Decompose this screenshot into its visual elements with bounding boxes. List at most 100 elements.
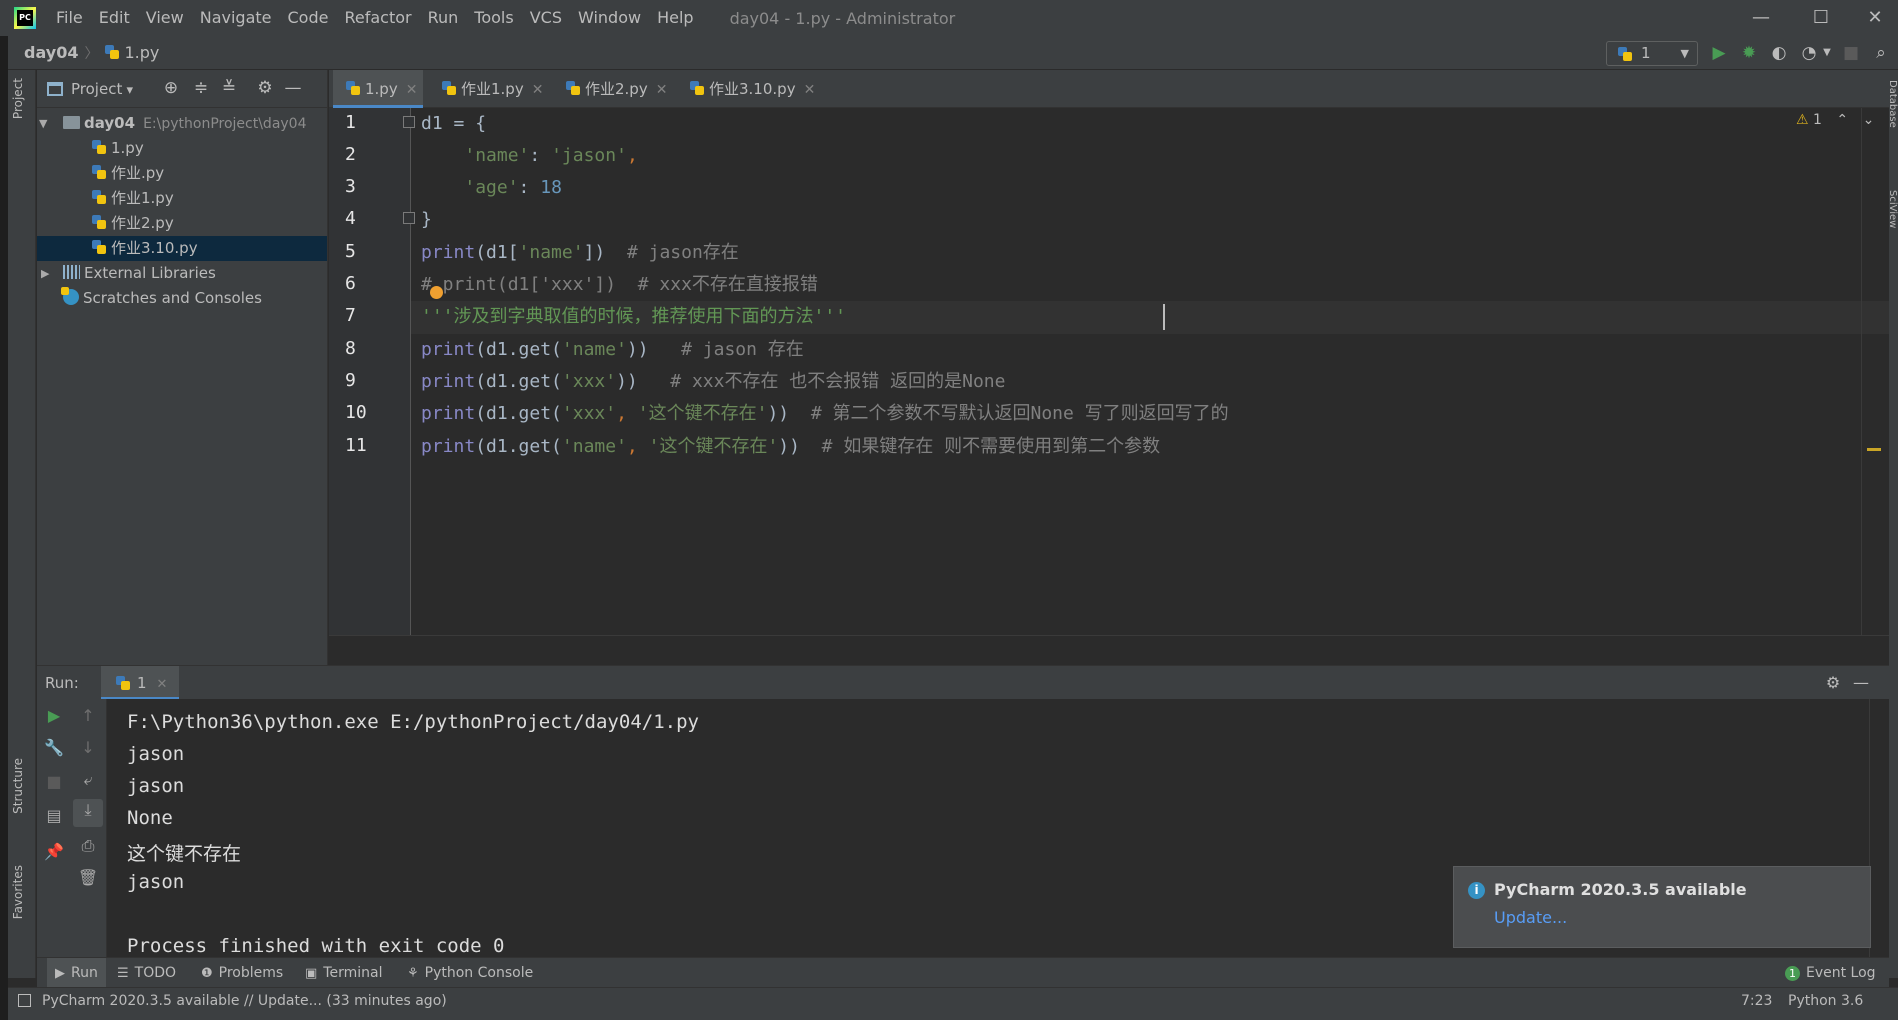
search-icon[interactable]: ⌕ [1870,42,1892,64]
code-token: )) [626,339,682,360]
update-link[interactable]: Update... [1494,908,1567,927]
tool-tab-event-log[interactable]: 1 Event Log [1785,958,1876,988]
up-arrow-icon[interactable]: ↑ [77,705,99,727]
warning-stripe-marker[interactable] [1867,448,1881,451]
close-tab-icon[interactable]: ✕ [406,82,418,98]
close-tab-icon[interactable]: ✕ [157,677,168,692]
console-line: F:\Python36\python.exe E:/pythonProject/… [127,711,699,733]
coverage-icon[interactable]: ◐ [1768,42,1790,64]
menu-view[interactable]: View [138,0,192,36]
tree-file-zuoye1-py[interactable]: 作业1.py [37,186,327,211]
python-file-icon [689,80,705,96]
project-tool-button[interactable]: Project [11,78,25,119]
collapse-all-icon[interactable]: ≚ [219,78,239,98]
chevron-down-icon[interactable]: ▼ [1816,42,1838,64]
tree-file-1-py[interactable]: 1.py [37,136,327,161]
code-line: '''涉及到字典取值的时候，推荐使用下面的方法''' [421,301,846,333]
stop-icon[interactable]: ■ [1840,42,1862,64]
line-number: 10 [345,402,367,423]
stop-icon[interactable]: ■ [43,771,65,793]
project-panel: Project ⊕ ≑ ≚ ⚙ — ▼ day04E:\pythonProjec… [37,70,328,665]
layout-icon[interactable]: ▤ [43,805,65,827]
project-view-select[interactable]: Project [71,80,133,98]
gear-icon[interactable]: ⚙ [255,78,275,98]
tree-file-zuoye3-10-py[interactable]: 作业3.10.py [37,236,327,261]
python-file-icon [565,80,581,96]
code-token: '这个键不存在' [648,436,779,457]
scroll-to-end-icon[interactable]: ⤓ [73,799,103,827]
previous-highlight-icon[interactable]: ⌃ [1836,112,1848,128]
tool-tab-terminal[interactable]: ▣ Terminal [305,958,382,988]
editor-horizontal-scrollbar[interactable] [329,635,1889,665]
structure-tool-button[interactable]: Structure [11,758,25,814]
tool-tab-problems[interactable]: ❶ Problems [201,958,283,988]
tool-window-bar: ▶ Run ☰ TODO ❶ Problems ▣ Terminal ⚘ Python C… [37,957,1889,988]
soft-wrap-icon[interactable]: ⤶ [77,769,99,791]
caret-position[interactable]: 7:23 [1741,988,1772,1014]
code-token: (d1.get( [475,403,562,424]
expand-all-icon[interactable]: ≑ [191,78,211,98]
run-tab-1[interactable]: 1 ✕ [101,666,180,700]
tab-1-py[interactable]: 1.py ✕ [333,70,423,108]
menu-refactor[interactable]: Refactor [336,0,419,36]
tree-scratches-consoles[interactable]: Scratches and Consoles [37,286,327,311]
fold-marker-icon[interactable] [403,212,415,224]
fold-marker-icon[interactable] [403,116,415,128]
tree-external-libraries[interactable]: ▶ External Libraries [37,261,327,286]
run-configuration-select[interactable]: 1 ▼ [1606,41,1698,66]
tool-tab-todo[interactable]: ☰ TODO [117,958,176,988]
menu-edit[interactable]: Edit [91,0,138,36]
breadcrumb-file[interactable]: 1.py [98,43,159,62]
close-window-button[interactable]: ✕ [1852,0,1898,36]
close-tab-icon[interactable]: ✕ [532,82,544,98]
menu-file[interactable]: File [48,0,91,36]
pin-icon[interactable]: 📌 [43,841,65,863]
tab-zuoye1-py[interactable]: 作业1.py ✕ [429,70,551,108]
tab-zuoye2-py[interactable]: 作业2.py ✕ [553,70,675,108]
menu-window[interactable]: Window [570,0,649,36]
intention-bulb-icon[interactable] [430,286,443,299]
tool-tab-python-console[interactable]: ⚘ Python Console [407,958,533,988]
next-highlight-icon[interactable]: ⌄ [1863,112,1875,128]
print-icon[interactable]: ⎙ [77,835,99,857]
tool-tab-run[interactable]: ▶ Run [47,958,106,988]
gear-icon[interactable]: ⚙ [1823,673,1843,693]
favorites-tool-button[interactable]: Favorites [11,865,25,919]
code-editor[interactable]: 1 2 3 4 5 6 7 8 9 10 11 d1 = { 'name': '… [329,108,1889,665]
python-file-icon [91,214,107,230]
tool-windows-toggle-icon[interactable] [18,994,31,1007]
sciview-tool-button[interactable]: SciView [1887,190,1898,228]
down-arrow-icon[interactable]: ↓ [77,737,99,759]
menu-run[interactable]: Run [420,0,467,36]
console-line: jason [127,871,185,893]
minimize-button[interactable]: — [1738,0,1784,36]
interpreter-selector[interactable]: Python 3.6 [1788,988,1863,1014]
code-token: print [421,436,476,457]
tree-root-day04[interactable]: ▼ day04 E:\pythonProject\day04 [37,111,327,136]
trash-icon[interactable]: 🗑 [77,867,99,889]
maximize-button[interactable]: ☐ [1798,0,1844,36]
hide-icon[interactable]: — [283,78,303,98]
breadcrumb-project[interactable]: day04 [8,43,78,62]
status-message[interactable]: PyCharm 2020.3.5 available // Update... … [42,988,447,1014]
database-tool-button[interactable]: Database [1887,80,1898,128]
menu-navigate[interactable]: Navigate [192,0,280,36]
locate-file-icon[interactable]: ⊕ [161,78,181,98]
close-tab-icon[interactable]: ✕ [804,82,816,98]
menu-tools[interactable]: Tools [466,0,521,36]
menu-vcs[interactable]: VCS [522,0,570,36]
wrench-icon[interactable]: 🔧 [43,737,65,759]
console-vertical-scrollbar[interactable] [1869,699,1889,957]
close-tab-icon[interactable]: ✕ [656,82,668,98]
tree-file-zuoye2-py[interactable]: 作业2.py [37,211,327,236]
run-icon[interactable]: ▶ [1708,42,1730,64]
tree-file-zuoye-py[interactable]: 作业.py [37,161,327,186]
debug-icon[interactable]: ✹ [1738,42,1760,64]
inspection-widget[interactable]: ⚠ 1 ⌃ ⌄ [1796,112,1874,128]
hide-icon[interactable]: — [1851,673,1871,693]
run-panel-header: Run: 1 ✕ ⚙ — [37,665,1889,700]
menu-help[interactable]: Help [649,0,701,36]
rerun-icon[interactable]: ▶ [43,705,65,727]
tab-zuoye3-10-py[interactable]: 作业3.10.py ✕ [677,70,827,108]
menu-code[interactable]: Code [280,0,337,36]
